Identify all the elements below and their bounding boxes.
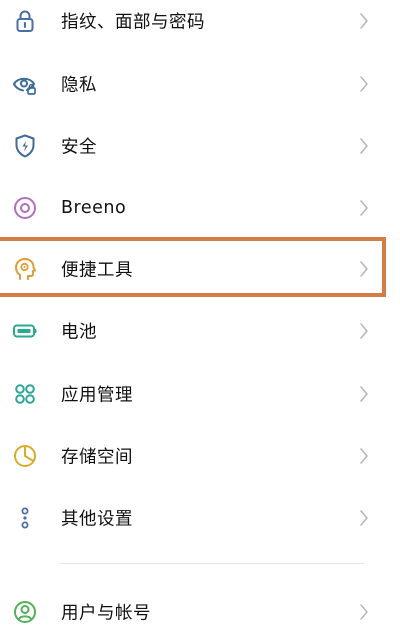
app-grid-icon — [12, 381, 38, 407]
settings-item-privacy[interactable]: 隐私 — [0, 53, 400, 115]
settings-item-label: 其他设置 — [61, 509, 133, 530]
settings-item-label: 用户与帐号 — [61, 603, 151, 624]
storage-pie-icon — [12, 443, 38, 469]
user-icon — [12, 599, 38, 625]
settings-item-label: 指纹、面部与密码 — [61, 12, 205, 33]
settings-item-label: 安全 — [61, 137, 97, 158]
lock-icon — [12, 8, 38, 34]
head-tool-icon — [12, 256, 38, 282]
chevron-right-icon — [360, 138, 368, 154]
settings-item-security[interactable]: 安全 — [0, 115, 400, 177]
chevron-right-icon — [360, 510, 368, 526]
section-divider — [60, 563, 364, 564]
chevron-right-icon — [360, 323, 368, 339]
battery-icon — [12, 318, 38, 344]
settings-item-convenience-tools[interactable]: 便捷工具 — [0, 238, 400, 300]
settings-item-battery[interactable]: 电池 — [0, 300, 400, 362]
settings-item-other-settings[interactable]: 其他设置 — [0, 487, 400, 549]
settings-item-users-accounts[interactable]: 用户与帐号 — [0, 581, 400, 630]
settings-item-breeno[interactable]: Breeno — [0, 177, 400, 239]
settings-item-label: 便捷工具 — [61, 260, 133, 281]
chevron-right-icon — [360, 448, 368, 464]
settings-item-label: 电池 — [61, 322, 97, 343]
chevron-right-icon — [360, 261, 368, 277]
settings-page: 指纹、面部与密码 隐私 安全 Breeno 便捷工具 电池 应用管理 存储空间 … — [0, 0, 400, 630]
settings-item-label: 存储空间 — [61, 447, 133, 468]
breeno-icon — [12, 195, 38, 221]
settings-item-app-management[interactable]: 应用管理 — [0, 363, 400, 425]
shield-icon — [12, 133, 38, 159]
settings-item-label: Breeno — [61, 198, 127, 218]
settings-item-label: 应用管理 — [61, 385, 133, 406]
chevron-right-icon — [360, 76, 368, 92]
settings-item-fingerprint-face-password[interactable]: 指纹、面部与密码 — [0, 0, 400, 52]
more-dots-icon — [12, 505, 38, 531]
settings-item-label: 隐私 — [61, 75, 97, 96]
chevron-right-icon — [360, 200, 368, 216]
chevron-right-icon — [360, 386, 368, 402]
chevron-right-icon — [360, 13, 368, 29]
chevron-right-icon — [360, 604, 368, 620]
privacy-eye-icon — [12, 71, 38, 97]
settings-item-storage[interactable]: 存储空间 — [0, 425, 400, 487]
